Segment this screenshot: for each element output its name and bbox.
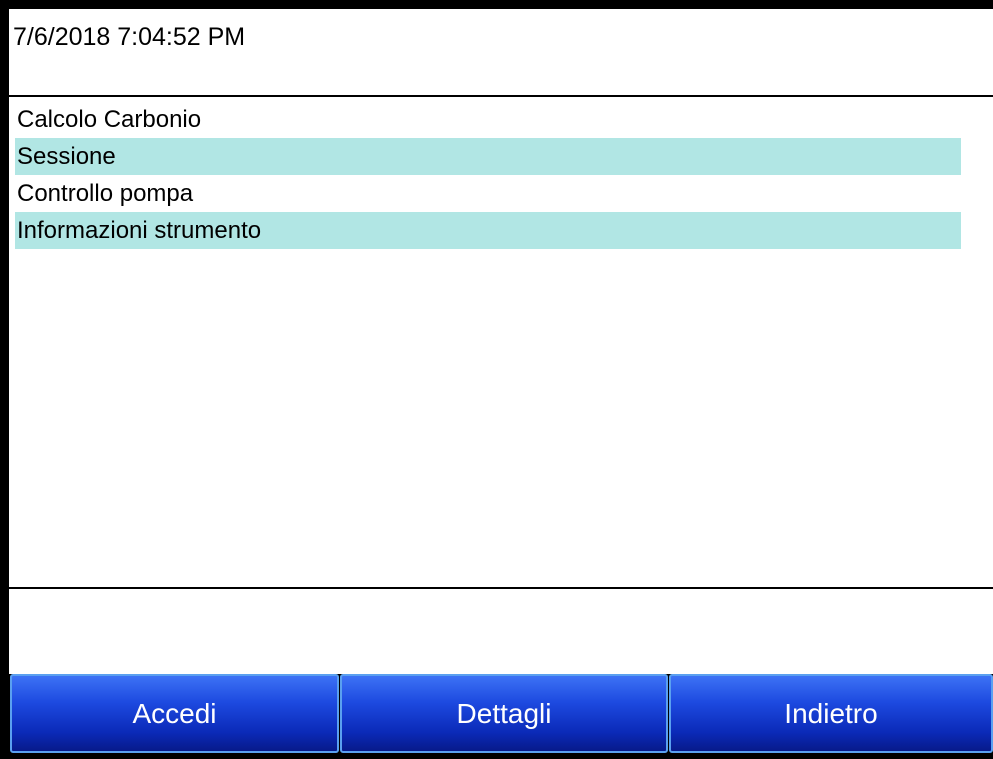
- accedi-button[interactable]: Accedi: [10, 674, 339, 753]
- menu-list: Calcolo Carbonio Sessione Controllo pomp…: [9, 99, 993, 589]
- dettagli-button[interactable]: Dettagli: [340, 674, 668, 753]
- menu-item-controllo-pompa[interactable]: Controllo pompa: [15, 175, 961, 212]
- button-bar: Accedi Dettagli Indietro: [9, 674, 993, 753]
- datetime-display: 7/6/2018 7:04:52 PM: [13, 23, 246, 51]
- menu-item-calcolo-carbonio[interactable]: Calcolo Carbonio: [15, 101, 961, 138]
- menu-item-sessione[interactable]: Sessione: [15, 138, 961, 175]
- status-area: [9, 589, 993, 674]
- indietro-button[interactable]: Indietro: [669, 674, 993, 753]
- device-screen: 7/6/2018 7:04:52 PM Calcolo Carbonio Ses…: [0, 0, 993, 759]
- header-bar: 7/6/2018 7:04:52 PM: [9, 9, 993, 97]
- main-panel: 7/6/2018 7:04:52 PM Calcolo Carbonio Ses…: [9, 9, 993, 753]
- menu-item-informazioni-strumento[interactable]: Informazioni strumento: [15, 212, 961, 249]
